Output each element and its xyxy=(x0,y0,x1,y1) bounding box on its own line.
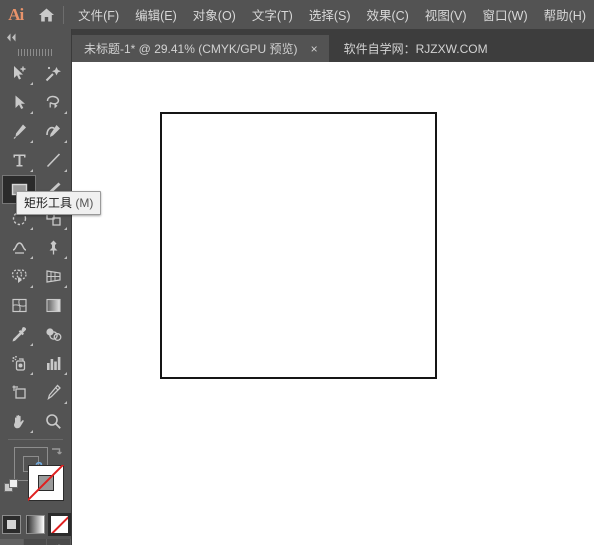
tool-flyout-indicator xyxy=(64,401,67,404)
none-slash-icon xyxy=(28,465,64,501)
tool-lasso[interactable] xyxy=(36,88,70,117)
tool-hand[interactable] xyxy=(2,407,36,436)
tool-flyout-indicator xyxy=(30,227,33,230)
color-mode-button[interactable] xyxy=(2,515,21,534)
tool-magic-wand[interactable] xyxy=(36,59,70,88)
illustrator-window: Ai 文件(F) 编辑(E) 对象(O) 文字(T) 选择(S) 效果(C) 视… xyxy=(0,0,594,545)
tool-flyout-indicator xyxy=(64,111,67,114)
tool-tooltip: 矩形工具 (M) xyxy=(16,191,102,215)
tool-line-segment[interactable] xyxy=(36,146,70,175)
menu-divider xyxy=(63,5,65,24)
tool-flyout-indicator xyxy=(64,169,67,172)
menu-bar: Ai 文件(F) 编辑(E) 对象(O) 文字(T) 选择(S) 效果(C) 视… xyxy=(0,0,594,29)
tools-panel: ? xyxy=(0,29,72,545)
tool-free-transform[interactable] xyxy=(36,233,70,262)
default-fill-stroke-icon[interactable] xyxy=(4,479,20,500)
tool-flyout-indicator xyxy=(30,430,33,433)
menu-item-help[interactable]: 帮助(H) xyxy=(536,2,594,27)
tool-flyout-indicator xyxy=(64,256,67,259)
tool-gradient[interactable] xyxy=(36,291,70,320)
fill-stroke-group: ? xyxy=(0,443,71,513)
tool-flyout-indicator xyxy=(64,227,67,230)
tool-artboard[interactable] xyxy=(2,378,36,407)
tool-flyout-indicator xyxy=(30,111,33,114)
close-icon[interactable]: × xyxy=(308,43,321,55)
menu-item-type[interactable]: 文字(T) xyxy=(244,2,301,27)
document-tab[interactable]: 未标题-1* @ 29.41% (CMYK/GPU 预览) × xyxy=(72,35,330,62)
draw-inside-button[interactable] xyxy=(47,539,72,545)
tool-curvature[interactable] xyxy=(36,117,70,146)
artboard[interactable] xyxy=(160,112,437,379)
drag-handle-dots xyxy=(17,48,54,56)
tool-symbol-sprayer[interactable] xyxy=(2,349,36,378)
watermark-note-label: 软件自学网：RJZXW.COM xyxy=(343,42,488,56)
menu-item-object[interactable]: 对象(O) xyxy=(185,2,244,27)
tool-perspective-grid[interactable] xyxy=(36,262,70,291)
stroke-swatch[interactable] xyxy=(28,465,64,501)
draw-normal-button[interactable] xyxy=(0,539,24,545)
menu-item-file[interactable]: 文件(F) xyxy=(70,2,127,27)
menu-item-edit[interactable]: 编辑(E) xyxy=(127,2,185,27)
draw-behind-button[interactable] xyxy=(23,539,48,545)
tool-flyout-indicator xyxy=(64,140,67,143)
tool-column-graph[interactable] xyxy=(36,349,70,378)
swap-fill-stroke-icon[interactable] xyxy=(49,446,63,465)
panel-drag-handle[interactable] xyxy=(0,45,71,59)
tooltip-text: 矩形工具 xyxy=(24,196,73,210)
tool-flyout-indicator xyxy=(30,285,33,288)
menu-item-select[interactable]: 选择(S) xyxy=(301,2,359,27)
tool-selection[interactable] xyxy=(2,59,36,88)
tool-flyout-indicator xyxy=(64,285,67,288)
tool-width[interactable] xyxy=(2,233,36,262)
watermark-note: 软件自学网：RJZXW.COM xyxy=(330,35,498,62)
tool-flyout-indicator xyxy=(64,372,67,375)
tool-flyout-indicator xyxy=(30,82,33,85)
tool-flyout-indicator xyxy=(30,343,33,346)
menu-item-effect[interactable]: 效果(C) xyxy=(358,2,416,27)
tool-zoom[interactable] xyxy=(36,407,70,436)
document-tab-bar: 未标题-1* @ 29.41% (CMYK/GPU 预览) × 软件自学网：RJ… xyxy=(72,29,594,62)
tooltip-shortcut: (M) xyxy=(72,196,94,210)
tool-grid xyxy=(2,59,71,436)
tool-direct-selection[interactable] xyxy=(2,88,36,117)
menu-item-view[interactable]: 视图(V) xyxy=(417,2,475,27)
tool-mesh[interactable] xyxy=(2,291,36,320)
tool-slice[interactable] xyxy=(36,378,70,407)
home-icon[interactable] xyxy=(32,0,62,29)
canvas-area[interactable] xyxy=(72,62,594,545)
tool-flyout-indicator xyxy=(30,372,33,375)
gradient-mode-button[interactable] xyxy=(26,515,45,534)
menu-item-list: 文件(F) 编辑(E) 对象(O) 文字(T) 选择(S) 效果(C) 视图(V… xyxy=(70,2,594,27)
tool-section-divider xyxy=(8,439,63,440)
none-mode-button[interactable] xyxy=(48,513,71,536)
tool-type[interactable] xyxy=(2,146,36,175)
tool-flyout-indicator xyxy=(30,256,33,259)
tool-eyedropper[interactable] xyxy=(2,320,36,349)
tool-flyout-indicator xyxy=(30,169,33,172)
tool-flyout-indicator xyxy=(30,140,33,143)
tool-shape-builder[interactable] xyxy=(2,262,36,291)
collapse-panel-button[interactable] xyxy=(0,29,71,45)
menu-item-window[interactable]: 窗口(W) xyxy=(475,2,536,27)
tool-blend[interactable] xyxy=(36,320,70,349)
app-logo: Ai xyxy=(8,4,24,24)
tool-pen[interactable] xyxy=(2,117,36,146)
draw-mode-row xyxy=(0,539,72,545)
document-tab-label: 未标题-1* @ 29.41% (CMYK/GPU 预览) xyxy=(84,42,298,56)
swatch-mode-row xyxy=(0,513,71,536)
